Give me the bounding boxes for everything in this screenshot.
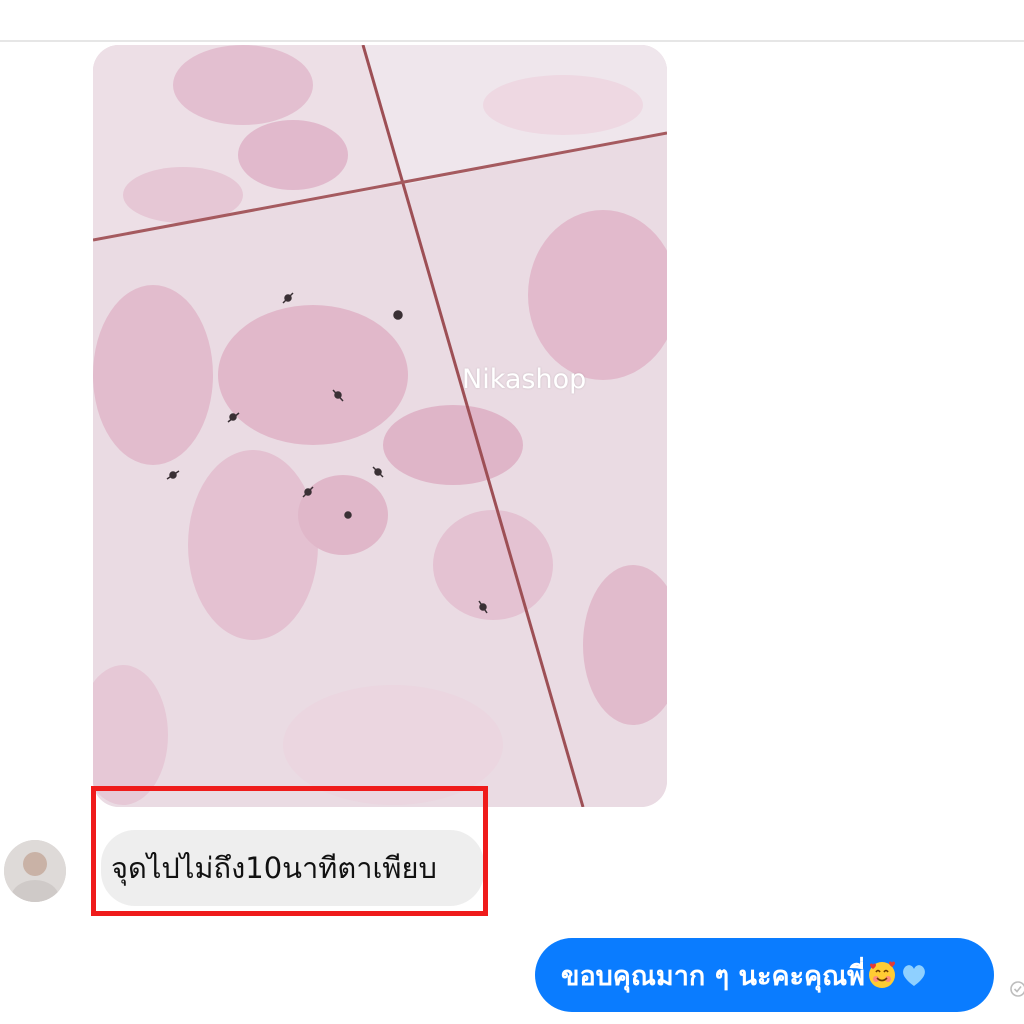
tile-floor-photo	[93, 45, 667, 807]
photo-attachment[interactable]	[93, 45, 667, 807]
outgoing-message-bubble[interactable]: ขอบคุณมาก ๆ นะคะคุณพี่	[535, 938, 994, 1012]
seen-check-icon	[1010, 981, 1024, 997]
smiling-face-with-hearts-icon	[868, 961, 895, 988]
header-divider	[0, 40, 1024, 42]
avatar-image	[4, 840, 66, 902]
red-highlight-box	[91, 786, 488, 916]
contact-avatar[interactable]	[4, 840, 66, 902]
outgoing-message-text: ขอบคุณมาก ๆ นะคะคุณพี่	[561, 960, 865, 992]
photo-watermark: Nikashop	[462, 364, 587, 395]
light-blue-heart-icon	[903, 965, 925, 986]
